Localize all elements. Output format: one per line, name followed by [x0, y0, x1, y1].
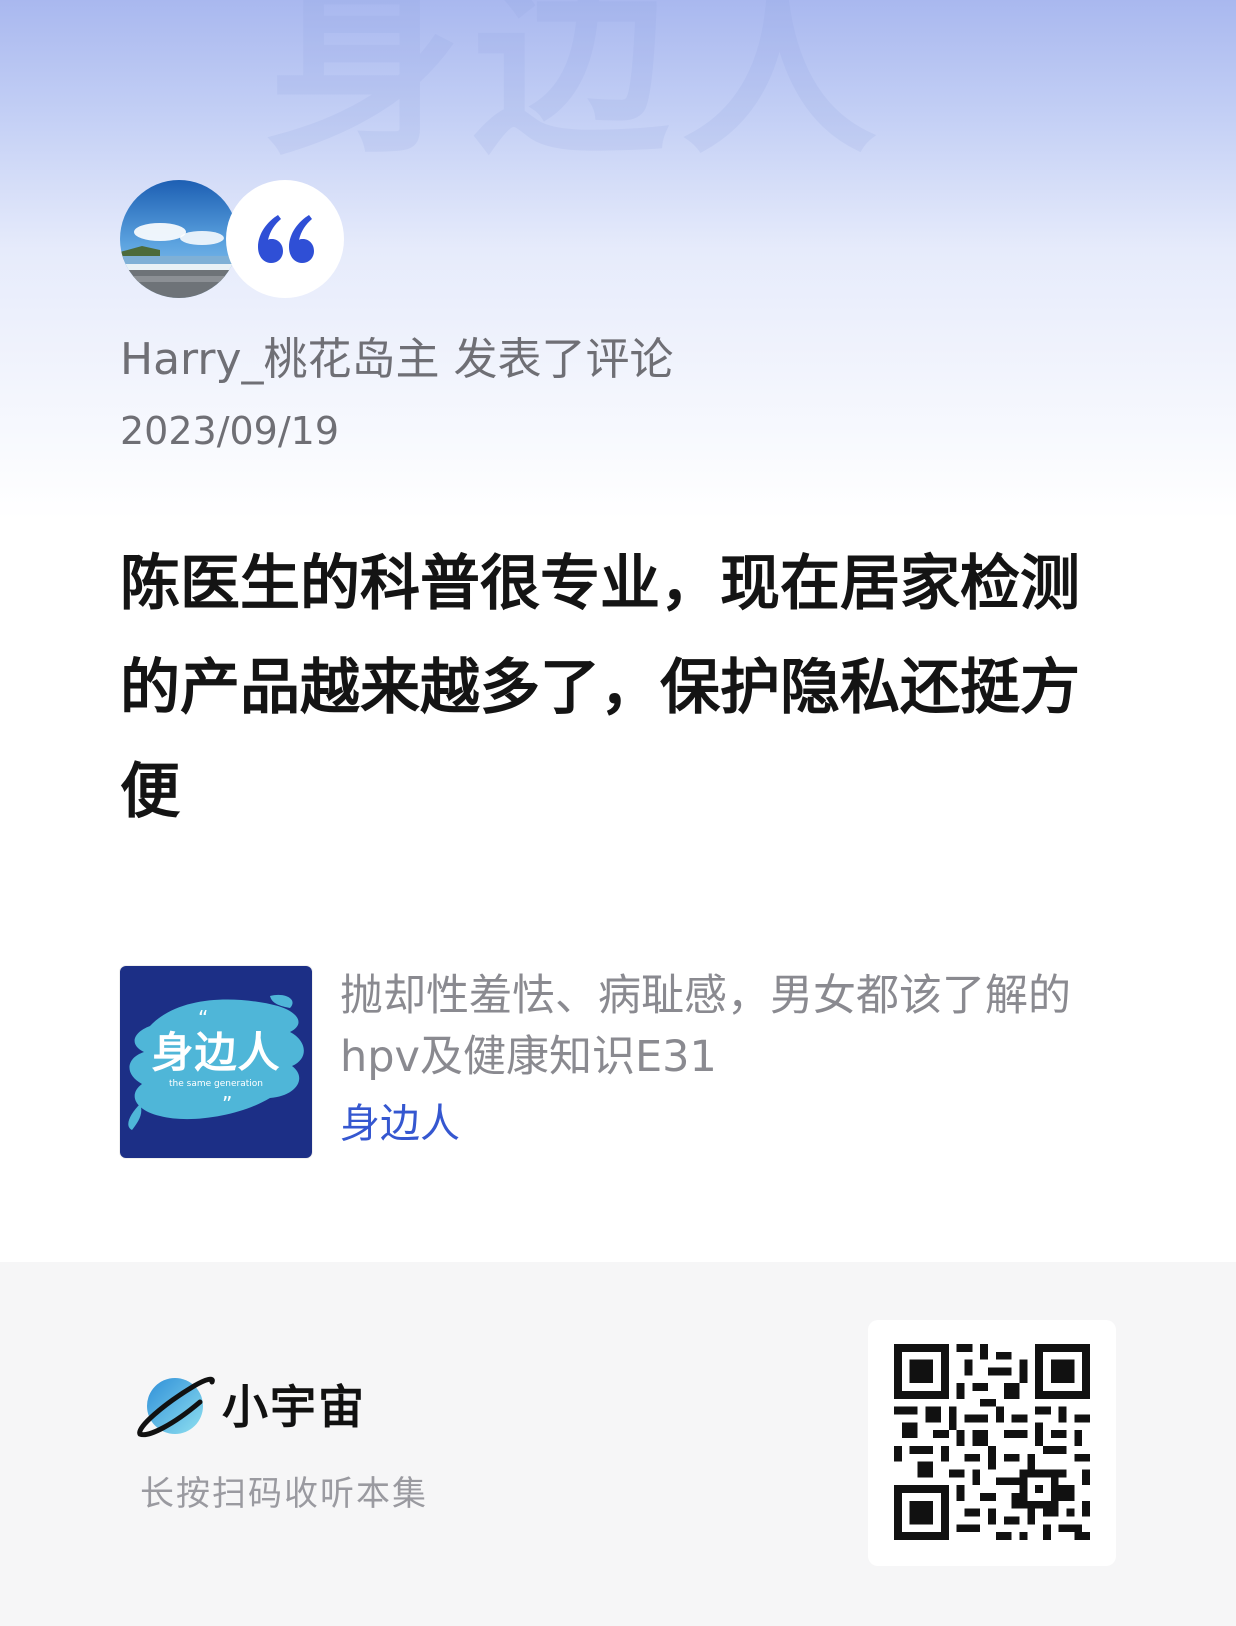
cover-subtitle: the same generation [169, 1079, 263, 1089]
cover-close-quote: ” [222, 1092, 233, 1116]
author-line: Harry_桃花岛主 发表了评论 [120, 330, 674, 390]
cover-open-quote: “ [198, 1006, 209, 1030]
cover-title: 身边人 [151, 1028, 281, 1077]
podcast-watermark: 身边人 [265, 0, 890, 172]
scan-hint: 长按扫码收听本集 [140, 1474, 428, 1514]
quote-mark-icon [258, 215, 314, 263]
episode-title[interactable]: 抛却性羞怯、病耻感，男女都该了解的hpv及健康知识E31 [340, 966, 1080, 1090]
comment-text: 陈医生的科普很专业，现在居家检测的产品越来越多了，保护隐私还挺方便 [120, 549, 1080, 827]
brand-name: 小宇宙 [222, 1380, 366, 1434]
post-date: 2023/09/19 [120, 409, 340, 453]
qr-code-icon[interactable] [894, 1344, 1090, 1540]
avatar-beach-image [120, 180, 238, 298]
quote-badge [226, 180, 344, 298]
planet-logo-icon [137, 1376, 215, 1438]
author-name[interactable]: Harry_桃花岛主 [120, 334, 440, 385]
episode-cover[interactable]: “ 身边人 the same generation ” [120, 966, 312, 1158]
user-avatar[interactable] [120, 180, 238, 298]
action-text: 发表了评论 [453, 334, 674, 385]
podcast-name-link[interactable]: 身边人 [340, 1095, 460, 1153]
